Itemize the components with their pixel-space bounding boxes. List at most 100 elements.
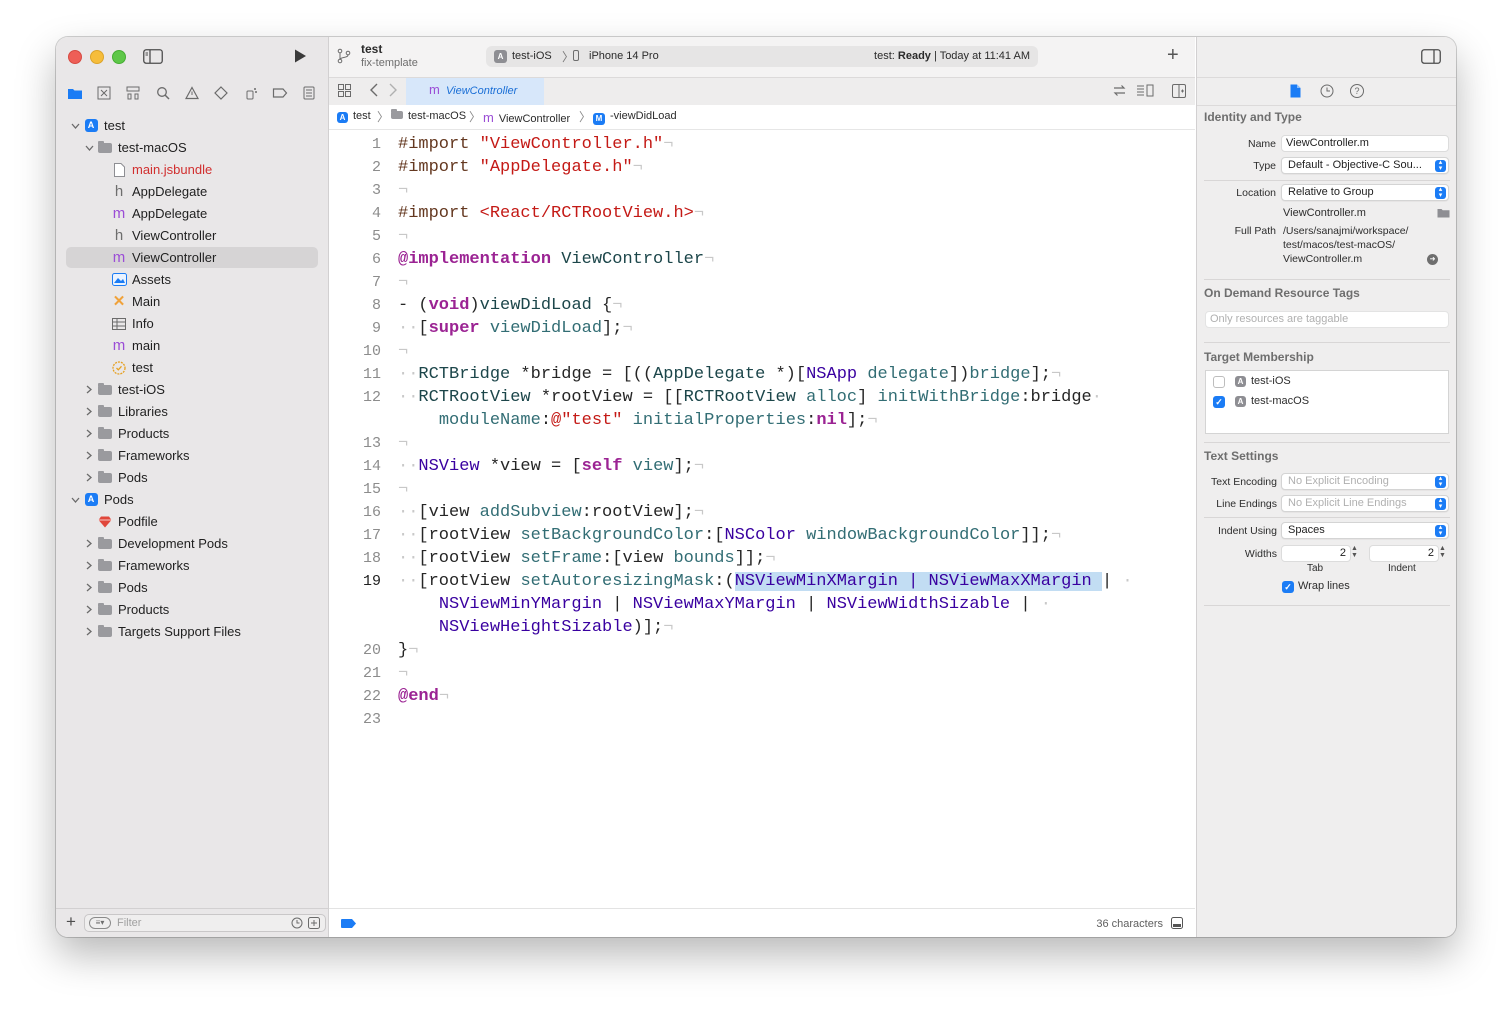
file-tree-row[interactable]: test-iOS xyxy=(66,379,318,400)
file-inspector-doc-icon[interactable] xyxy=(1290,84,1301,101)
disclosure-closed-chevron-icon[interactable] xyxy=(84,599,94,620)
file-tree-row[interactable]: Info xyxy=(66,313,318,334)
file-tree-row[interactable]: Atest xyxy=(66,115,318,136)
find-navigator-search-icon[interactable] xyxy=(153,83,173,103)
file-tree-row[interactable]: main.jsbundle xyxy=(66,159,318,180)
scm-filter-icon[interactable] xyxy=(308,917,320,932)
code-token: RCTRootView xyxy=(418,388,531,407)
history-clock-icon[interactable] xyxy=(1320,84,1334,101)
file-tree-row[interactable]: test-macOS xyxy=(66,137,318,158)
file-tree-row[interactable]: m ViewController xyxy=(66,247,318,268)
file-tree-row[interactable]: Frameworks xyxy=(66,445,318,466)
test-navigator-diamond-icon[interactable] xyxy=(211,83,231,103)
file-tree-row[interactable]: Development Pods xyxy=(66,533,318,554)
tab-width-stepper-icon[interactable]: ▲ ▼ xyxy=(1351,545,1358,559)
file-tree-row[interactable]: Libraries xyxy=(66,401,318,422)
swap-arrows-icon[interactable] xyxy=(1113,84,1126,102)
add-file-plus-icon[interactable]: + xyxy=(66,912,76,932)
disclosure-closed-chevron-icon[interactable] xyxy=(84,379,94,400)
disclosure-closed-chevron-icon[interactable] xyxy=(84,423,94,444)
disclosure-open-chevron-icon[interactable] xyxy=(70,489,80,510)
disclosure-closed-chevron-icon[interactable] xyxy=(84,577,94,598)
name-field[interactable]: ViewController.m xyxy=(1281,135,1449,152)
disclosure-open-chevron-icon[interactable] xyxy=(84,137,94,158)
filter-options-icon[interactable]: ≡▾ xyxy=(89,917,111,929)
disclosure-closed-chevron-icon[interactable] xyxy=(84,467,94,488)
choose-folder-icon[interactable] xyxy=(1437,208,1450,221)
file-tree-row[interactable]: m AppDelegate xyxy=(66,203,318,224)
tab-viewcontroller[interactable]: m ViewController xyxy=(406,78,544,105)
close-window-button[interactable] xyxy=(68,50,82,64)
sidebar-toggle-icon[interactable] xyxy=(143,49,163,69)
file-tree-row[interactable]: h ViewController xyxy=(66,225,318,246)
indent-width-stepper-icon[interactable]: ▲ ▼ xyxy=(1439,545,1446,559)
add-editor-split-icon[interactable] xyxy=(1172,84,1186,103)
source-control-navigator-icon[interactable] xyxy=(94,83,114,103)
quick-help-question-icon[interactable]: ? xyxy=(1350,84,1364,98)
run-play-icon[interactable] xyxy=(292,48,308,69)
library-plus-icon[interactable]: + xyxy=(1167,43,1179,67)
file-tree-row[interactable]: Pods xyxy=(66,467,318,488)
file-tree-row[interactable]: Assets xyxy=(66,269,318,290)
debug-navigator-spray-icon[interactable] xyxy=(241,83,261,103)
reveal-in-finder-arrow-icon[interactable]: ➜ xyxy=(1427,254,1438,265)
inspector-toggle-icon[interactable] xyxy=(1421,49,1441,67)
breadcrumb-segment[interactable]: M -viewDidLoad xyxy=(593,110,677,125)
report-navigator-list-icon[interactable] xyxy=(299,83,319,103)
nav-forward-chevron-icon[interactable] xyxy=(388,82,398,103)
navigator-filter-field[interactable]: ≡▾ Filter xyxy=(84,914,326,932)
zoom-window-button[interactable] xyxy=(112,50,126,64)
file-type-select[interactable]: Default - Objective-C Sou... ▴ ▾ xyxy=(1281,157,1449,174)
toolbar-branch-name[interactable]: fix-template xyxy=(361,57,418,69)
file-tree-row[interactable]: Podfile xyxy=(66,511,318,532)
disclosure-closed-chevron-icon[interactable] xyxy=(84,401,94,422)
file-tree-row[interactable]: Products xyxy=(66,423,318,444)
breadcrumb-label: ViewController xyxy=(498,113,571,125)
line-endings-select[interactable]: No Explicit Line Endings ▴ ▾ xyxy=(1281,495,1449,512)
crumb-folder-icon xyxy=(391,109,403,122)
breakpoint-navigator-tag-icon[interactable] xyxy=(270,83,290,103)
editor-options-icon[interactable] xyxy=(1136,84,1154,102)
symbol-navigator-icon[interactable] xyxy=(123,83,143,103)
location-select[interactable]: Relative to Group ▴ ▾ xyxy=(1281,184,1449,201)
disclosure-closed-chevron-icon[interactable] xyxy=(84,533,94,554)
wrap-lines-checkbox[interactable]: ✓ xyxy=(1282,581,1294,593)
file-tree-row[interactable]: Pods xyxy=(66,577,318,598)
related-items-grid-icon[interactable] xyxy=(338,84,351,102)
run-destination-selector[interactable]: iPhone 14 Pro xyxy=(589,50,659,62)
encoding-select[interactable]: No Explicit Encoding ▴ ▾ xyxy=(1281,473,1449,490)
file-tree-row[interactable]: Targets Support Files xyxy=(66,621,318,642)
breadcrumb-segment[interactable]: m ViewController xyxy=(483,110,570,125)
minimize-window-button[interactable] xyxy=(90,50,104,64)
target-app-icon: A xyxy=(1235,376,1246,387)
indent-width-field[interactable]: 2 xyxy=(1369,545,1439,562)
indent-using-select[interactable]: Spaces ▴ ▾ xyxy=(1281,522,1449,539)
project-navigator-folder-icon[interactable] xyxy=(65,83,85,103)
type-chevron-icon: ▴ ▾ xyxy=(1435,159,1446,172)
recent-files-clock-icon[interactable] xyxy=(291,917,303,932)
target-checkbox[interactable]: ✓ xyxy=(1213,396,1225,408)
toggle-debug-area-icon[interactable] xyxy=(1171,917,1183,932)
tab-width-field[interactable]: 2 xyxy=(1281,545,1351,562)
disclosure-closed-chevron-icon[interactable] xyxy=(84,445,94,466)
file-tree-row[interactable]: A Pods xyxy=(66,489,318,510)
disclosure-closed-chevron-icon[interactable] xyxy=(84,555,94,576)
breadcrumb-segment[interactable]: test-macOS xyxy=(391,109,466,122)
disclosure-closed-chevron-icon[interactable] xyxy=(84,621,94,642)
file-tree-row[interactable]: h AppDelegate xyxy=(66,181,318,202)
breadcrumb-segment[interactable]: Atest xyxy=(337,110,371,123)
file-tree-row[interactable]: ✕ Main xyxy=(66,291,318,312)
nav-back-chevron-icon[interactable] xyxy=(369,82,379,103)
file-tree-row[interactable]: Products xyxy=(66,599,318,620)
breakpoint-tag-icon[interactable] xyxy=(341,919,356,931)
scheme-selector[interactable]: test-iOS xyxy=(512,50,552,62)
invisible-char: ¬ xyxy=(765,549,776,568)
disclosure-open-chevron-icon[interactable] xyxy=(70,115,80,136)
file-tree-row[interactable]: Frameworks xyxy=(66,555,318,576)
file-tree-row[interactable]: m main xyxy=(66,335,318,356)
issue-navigator-warning-icon[interactable] xyxy=(182,83,202,103)
target-checkbox[interactable] xyxy=(1213,376,1225,388)
file-tree-row[interactable]: test xyxy=(66,357,318,378)
toolbar-project-name[interactable]: test xyxy=(361,42,382,56)
invisible-char: ¬ xyxy=(398,480,409,499)
